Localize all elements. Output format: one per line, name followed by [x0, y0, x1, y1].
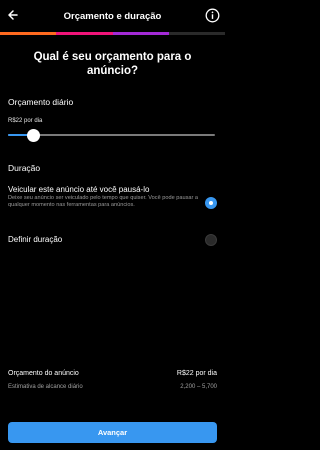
- duration-option-set-duration[interactable]: Definir duração: [8, 234, 217, 246]
- duration-option-until-paused[interactable]: Veicular este anúncio até você pausá-lo …: [8, 185, 217, 209]
- page-title: Orçamento e duração: [63, 11, 162, 22]
- progress-segment-1: [0, 32, 57, 35]
- radio-button[interactable]: [205, 197, 217, 209]
- option-description: Deixe seu anúncio ser veiculado pelo tem…: [8, 195, 199, 208]
- budget-question-heading: Qual é seu orçamento para o anúncio?: [33, 51, 192, 77]
- progress-segment-2: [56, 32, 113, 35]
- summary-reach-label: Estimativa de alcance diário: [8, 384, 83, 390]
- progress-segment-4: [168, 32, 225, 35]
- progress-segment-3: [112, 32, 169, 35]
- radio-button[interactable]: [205, 234, 217, 246]
- summary-reach-value: 2,200 – 5,700: [180, 384, 217, 390]
- summary-budget-value: R$22 por dia: [176, 370, 217, 377]
- next-button[interactable]: Avançar: [8, 422, 217, 443]
- daily-budget-value: R$22 por dia: [8, 118, 43, 124]
- progress-bar: [0, 32, 225, 35]
- summary-budget-label: Orçamento do anúncio: [8, 370, 79, 377]
- daily-budget-label: Orçamento diário: [8, 97, 74, 107]
- info-circle-icon[interactable]: [205, 8, 220, 23]
- budget-slider[interactable]: [8, 129, 215, 142]
- option-title: Definir duração: [8, 235, 63, 244]
- duration-label: Duração: [8, 163, 41, 173]
- header-bar: Orçamento e duração: [0, 0, 225, 32]
- option-title: Veicular este anúncio até você pausá-lo: [8, 185, 150, 194]
- slider-thumb[interactable]: [26, 129, 40, 142]
